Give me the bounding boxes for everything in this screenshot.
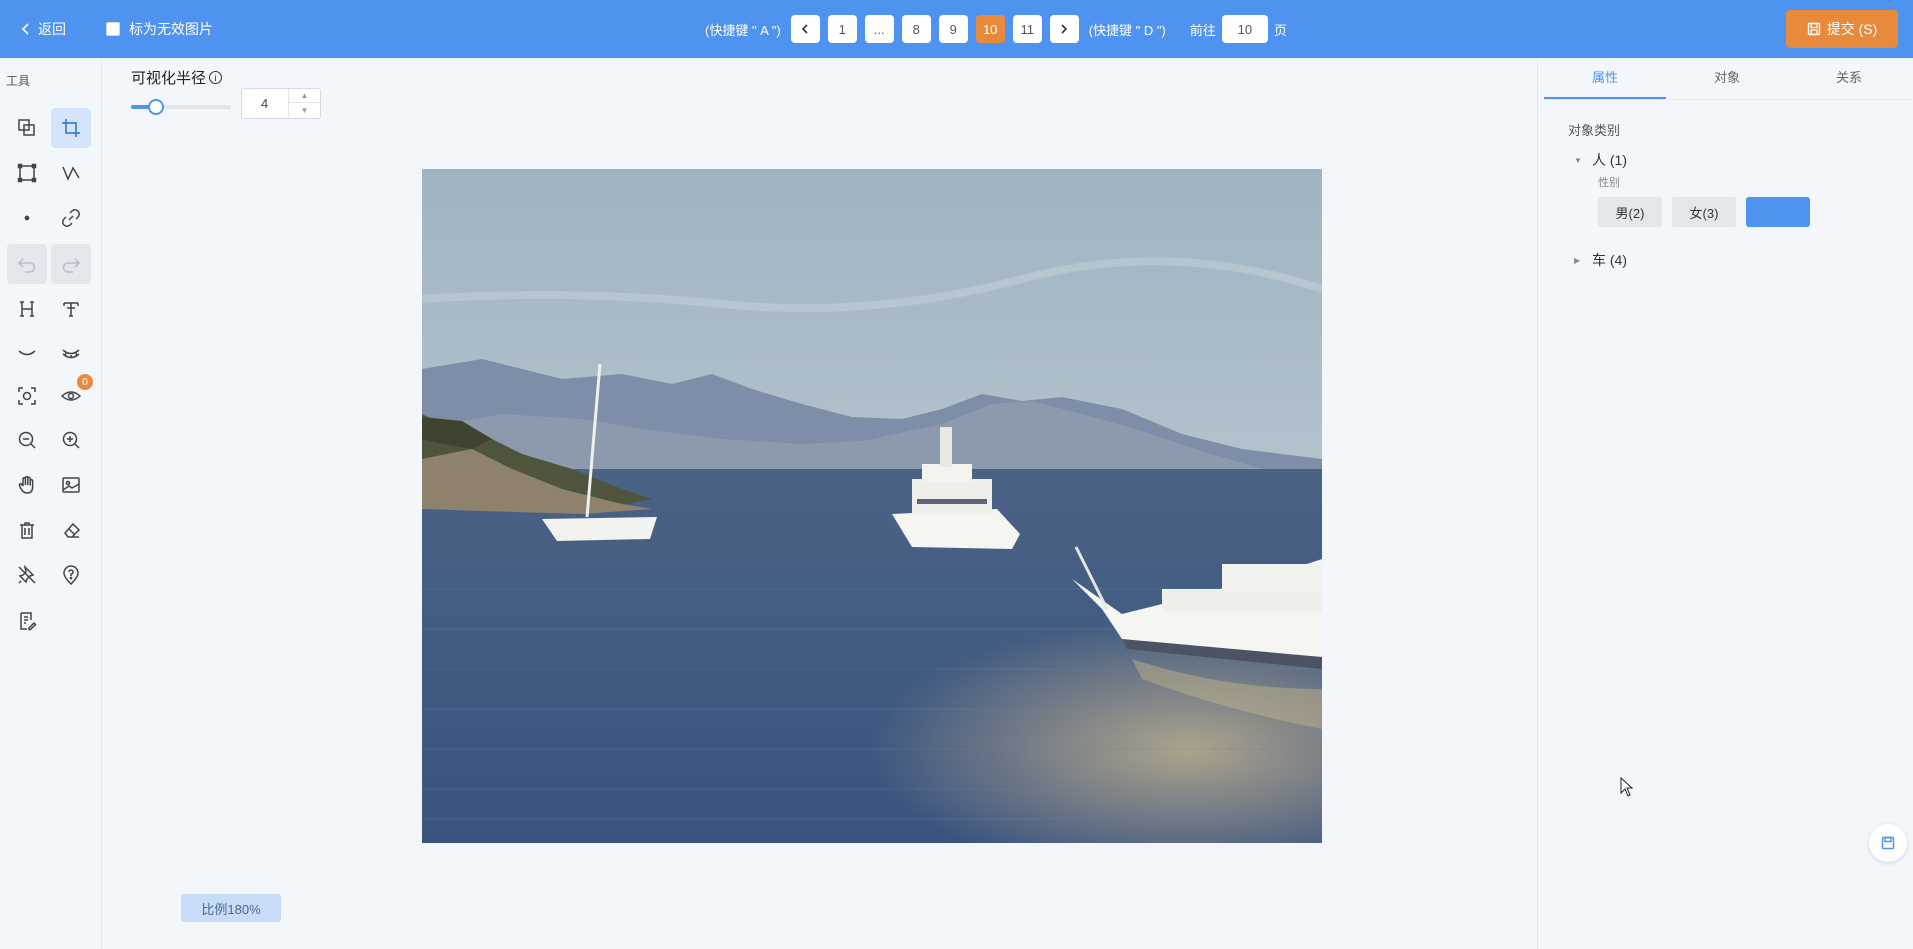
- tool-sidebar: 工具 0: [0, 58, 102, 949]
- submit-label: 提交 (S): [1826, 21, 1878, 37]
- prev-hint: (快捷键 " A "): [705, 22, 781, 38]
- crop-icon[interactable]: [51, 108, 91, 148]
- caret-down-icon[interactable]: ▼: [1574, 156, 1584, 165]
- save-icon: [1807, 22, 1820, 36]
- pagination: (快捷键 " A ") 1 ... 8 9 10 11 (快捷键 " D ") …: [703, 15, 1287, 43]
- page-10-button[interactable]: 10: [975, 15, 1005, 43]
- chevron-right-icon: [1061, 24, 1068, 34]
- notes-icon[interactable]: [7, 601, 47, 641]
- zoom-scale-label: 比例180%: [181, 894, 281, 922]
- h-align-icon[interactable]: [7, 289, 47, 329]
- image-icon[interactable]: [51, 465, 91, 505]
- page-1-button[interactable]: 1: [827, 15, 857, 43]
- mark-invalid-label: 标为无效图片: [129, 21, 213, 37]
- next-hint: (快捷键 " D "): [1088, 22, 1166, 38]
- stepper-down-icon[interactable]: ▼: [289, 103, 320, 117]
- visual-radius-label: 可视化半径 i: [131, 67, 223, 88]
- checkbox-box[interactable]: [106, 22, 120, 36]
- goto-page: 前往 10 页: [1190, 15, 1287, 43]
- hand-icon[interactable]: [7, 465, 47, 505]
- eye-lashes-icon[interactable]: [51, 333, 91, 373]
- panel-tabs: 属性 对象 关系: [1544, 58, 1910, 100]
- back-button[interactable]: 返回: [20, 19, 66, 39]
- save-float-button[interactable]: [1869, 824, 1907, 862]
- prev-page-button[interactable]: [790, 15, 820, 43]
- eraser-icon[interactable]: [51, 510, 91, 550]
- tab-relations[interactable]: 关系: [1788, 58, 1910, 99]
- link-icon[interactable]: [51, 198, 91, 238]
- copy-icon[interactable]: [7, 108, 47, 148]
- location-help-icon[interactable]: [51, 555, 91, 595]
- tree-node-label: 人 (1): [1592, 152, 1627, 168]
- undo-icon[interactable]: [7, 244, 47, 284]
- tree-node-label: 车 (4): [1592, 252, 1627, 268]
- radius-value[interactable]: 4: [261, 96, 268, 111]
- polyline-icon[interactable]: [51, 153, 91, 193]
- gender-option-male[interactable]: 男(2): [1598, 197, 1662, 227]
- visual-radius-text: 可视化半径: [131, 70, 207, 87]
- goto-label: 前往: [1189, 22, 1216, 38]
- zoom-out-icon[interactable]: [7, 420, 47, 460]
- point-icon[interactable]: [7, 198, 47, 238]
- submit-button[interactable]: 提交 (S): [1786, 10, 1898, 48]
- radius-slider-thumb[interactable]: [148, 99, 164, 115]
- page-8-button[interactable]: 8: [901, 15, 931, 43]
- eye-icon[interactable]: 0: [51, 374, 93, 416]
- chevron-left-icon: [802, 24, 808, 34]
- hidden-count-badge: 0: [77, 374, 93, 390]
- radius-stepper[interactable]: 4 ▲ ▼: [241, 88, 321, 119]
- mark-invalid-checkbox[interactable]: 标为无效图片: [106, 19, 213, 39]
- caret-right-icon[interactable]: ▶: [1574, 256, 1584, 265]
- tree-node-person[interactable]: ▼ 人 (1): [1574, 150, 1627, 170]
- page-ellipsis-button[interactable]: ...: [864, 15, 894, 43]
- mouse-cursor-icon: [1620, 777, 1634, 797]
- attribute-label: 性别: [1598, 177, 1620, 189]
- pin-off-icon[interactable]: [7, 555, 47, 595]
- rectangle-icon[interactable]: [7, 153, 47, 193]
- annotation-image[interactable]: [422, 169, 1322, 843]
- eye-closed-icon[interactable]: [7, 333, 47, 373]
- save-icon: [1881, 836, 1895, 850]
- top-bar: 返回 标为无效图片 (快捷键 " A ") 1 ... 8 9 10 11 (快…: [0, 0, 1913, 58]
- tab-objects[interactable]: 对象: [1666, 58, 1788, 99]
- tree-node-car[interactable]: ▶ 车 (4): [1574, 250, 1627, 270]
- seascape-photo: [422, 169, 1322, 843]
- focus-icon[interactable]: [7, 376, 47, 416]
- page-9-button[interactable]: 9: [938, 15, 968, 43]
- gender-option-female[interactable]: 女(3): [1672, 197, 1736, 227]
- toolbar-title: 工具: [6, 74, 31, 88]
- trash-icon[interactable]: [7, 510, 47, 550]
- right-panel: 属性 对象 关系 对象类别 ▼ 人 (1) 性别 男(2) 女(3) ▶ 车 (…: [1537, 58, 1913, 949]
- stepper-up-icon[interactable]: ▲: [289, 89, 320, 103]
- gender-option-selected[interactable]: [1746, 197, 1810, 227]
- back-label: 返回: [38, 21, 66, 37]
- next-page-button[interactable]: [1049, 15, 1079, 43]
- radius-slider[interactable]: [131, 99, 231, 115]
- chevron-left-icon: [21, 23, 29, 35]
- info-icon[interactable]: i: [209, 71, 223, 84]
- page-suffix: 页: [1273, 22, 1287, 38]
- goto-page-input[interactable]: 10: [1221, 15, 1268, 43]
- page-11-button[interactable]: 11: [1012, 15, 1042, 43]
- redo-icon[interactable]: [51, 244, 91, 284]
- tab-attributes[interactable]: 属性: [1544, 58, 1666, 99]
- category-title: 对象类别: [1568, 123, 1621, 138]
- text-format-icon[interactable]: [51, 289, 91, 329]
- stepper-buttons: ▲ ▼: [288, 89, 320, 118]
- zoom-in-icon[interactable]: [51, 420, 91, 460]
